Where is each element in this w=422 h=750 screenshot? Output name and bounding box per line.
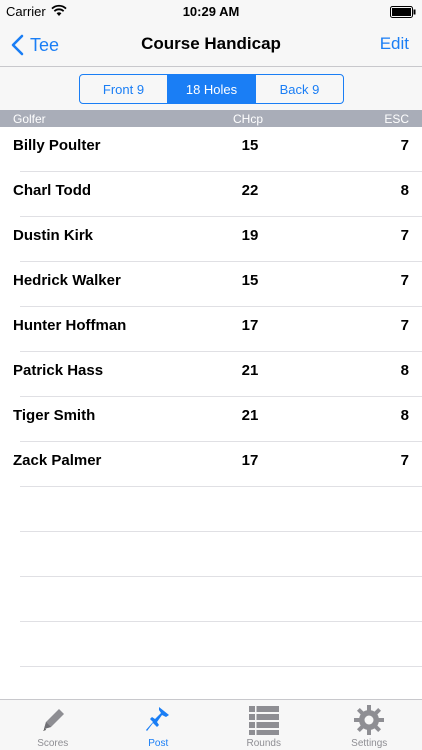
empty-row [0, 487, 422, 532]
golfer-name: Patrick Hass [13, 362, 104, 379]
gear-icon [354, 705, 385, 735]
column-header-golfer: Golfer [13, 112, 46, 126]
empty-row [0, 577, 422, 622]
golfer-name: Hedrick Walker [13, 272, 121, 289]
pushpin-icon [146, 707, 170, 731]
golfer-list: Billy Poulter 15 7 Charl Todd 22 8 Dusti… [0, 127, 422, 712]
tab-scores-label: Scores [37, 738, 69, 749]
tab-post-label: Post [148, 738, 169, 749]
table-row[interactable]: Patrick Hass 21 8 [0, 352, 422, 397]
esc-value: 7 [400, 317, 409, 334]
column-header-esc: ESC [384, 112, 409, 126]
tab-scores[interactable]: Scores [0, 700, 106, 750]
table-row[interactable]: Billy Poulter 15 7 [0, 127, 422, 172]
segment-18-holes[interactable]: 18 Holes [168, 75, 256, 103]
golfer-name: Tiger Smith [13, 407, 96, 424]
pencil-icon [42, 709, 64, 731]
segment-area: Front 9 18 Holes Back 9 [0, 66, 422, 110]
golfer-name: Charl Todd [13, 182, 92, 199]
tab-rounds[interactable]: Rounds [211, 700, 317, 750]
golfer-name: Billy Poulter [13, 137, 101, 154]
empty-row [0, 532, 422, 577]
esc-value: 8 [400, 407, 409, 424]
table-row[interactable]: Hedrick Walker 15 7 [0, 262, 422, 307]
status-time: 10:29 AM [182, 4, 240, 19]
edit-button[interactable]: Edit [380, 34, 409, 54]
table-header: Golfer CHcp ESC [0, 110, 422, 127]
status-bar: Carrier 10:29 AM [0, 0, 422, 24]
esc-value: 7 [400, 452, 409, 469]
esc-value: 7 [400, 272, 409, 289]
column-header-chcp: CHcp [233, 112, 264, 126]
segment-front-9[interactable]: Front 9 [80, 75, 168, 103]
navigation-bar: Tee Course Handicap Edit [0, 24, 422, 66]
esc-value: 8 [400, 362, 409, 379]
tab-rounds-label: Rounds [246, 738, 281, 749]
esc-value: 7 [400, 227, 409, 244]
battery-icon [390, 6, 416, 18]
esc-value: 7 [400, 137, 409, 154]
tab-post[interactable]: Post [106, 700, 212, 750]
empty-row [0, 622, 422, 667]
table-row[interactable]: Charl Todd 22 8 [0, 172, 422, 217]
page-title: Course Handicap [141, 34, 281, 53]
tab-bar: Scores Post Rounds Settings [0, 699, 422, 750]
golfer-name: Zack Palmer [13, 452, 102, 469]
table-row[interactable]: Dustin Kirk 19 7 [0, 217, 422, 262]
list-icon [248, 706, 279, 735]
holes-segmented-control: Front 9 18 Holes Back 9 [79, 74, 344, 104]
segment-back-9[interactable]: Back 9 [256, 75, 343, 103]
golfer-name: Dustin Kirk [13, 227, 94, 244]
tab-settings[interactable]: Settings [317, 700, 422, 750]
esc-value: 8 [400, 182, 409, 199]
golfer-name: Hunter Hoffman [13, 317, 127, 334]
table-row[interactable]: Tiger Smith 21 8 [0, 397, 422, 442]
table-row[interactable]: Hunter Hoffman 17 7 [0, 307, 422, 352]
table-row[interactable]: Zack Palmer 17 7 [0, 442, 422, 487]
tab-settings-label: Settings [351, 738, 388, 749]
